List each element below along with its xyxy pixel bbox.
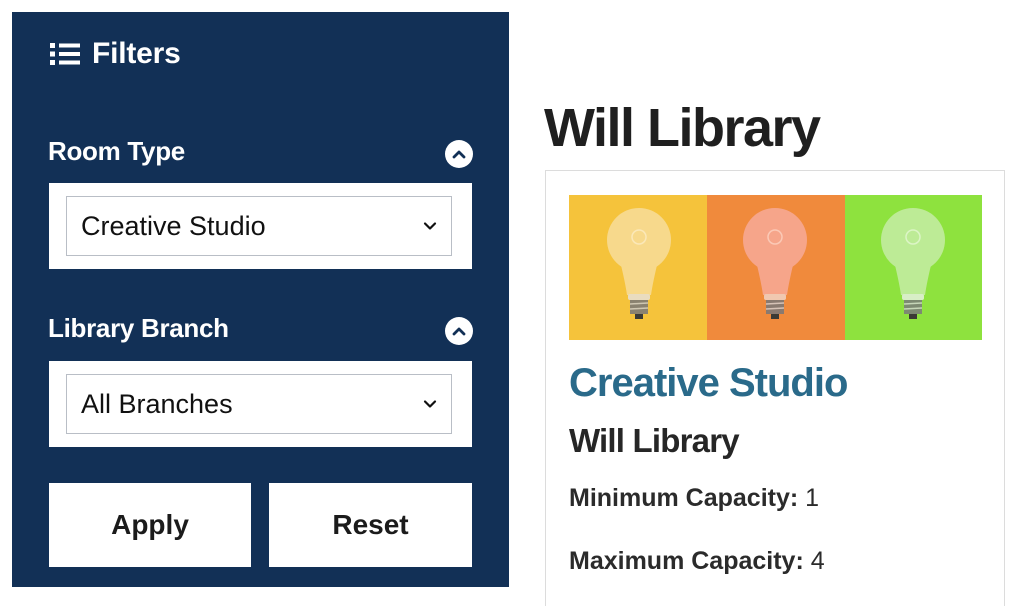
library-branch-collapse-icon[interactable]: [445, 317, 473, 345]
room-type-label: Room Type: [48, 136, 185, 166]
max-capacity-label: Maximum Capacity:: [569, 547, 804, 575]
chevron-up-icon: [452, 327, 466, 336]
light-bulbs-image: [569, 195, 982, 340]
min-capacity-label: Minimum Capacity:: [569, 484, 799, 512]
library-branch-label: Library Branch: [48, 313, 229, 343]
max-capacity-value: 4: [810, 547, 825, 575]
library-branch-selected-value: All Branches: [81, 388, 233, 419]
room-type-selected-value: Creative Studio: [81, 210, 266, 241]
min-capacity: Minimum Capacity: 1: [569, 484, 819, 513]
chevron-down-icon: [423, 222, 437, 230]
room-type-collapse-icon[interactable]: [445, 140, 473, 168]
list-icon: [50, 43, 80, 65]
room-type-select-wrap: Creative Studio: [49, 183, 472, 269]
apply-button[interactable]: Apply: [49, 483, 251, 567]
chevron-down-icon: [423, 400, 437, 408]
min-capacity-value: 1: [805, 484, 820, 512]
library-branch-select[interactable]: All Branches: [66, 374, 452, 434]
filters-header: Filters: [50, 36, 181, 72]
room-card[interactable]: Creative Studio Will Library Minimum Cap…: [545, 170, 1005, 606]
branch-heading: Will Library: [544, 98, 821, 158]
room-branch: Will Library: [569, 422, 740, 459]
filters-title: Filters: [92, 37, 181, 70]
room-name-link[interactable]: Creative Studio: [569, 361, 848, 406]
reset-button[interactable]: Reset: [269, 483, 472, 567]
page: Filters Room Type Creative Studio Librar…: [0, 0, 1012, 606]
max-capacity: Maximum Capacity: 4: [569, 547, 825, 576]
chevron-up-icon: [452, 150, 466, 159]
room-type-select[interactable]: Creative Studio: [66, 196, 452, 256]
library-branch-select-wrap: All Branches: [49, 361, 472, 447]
filters-panel: Filters Room Type Creative Studio Librar…: [12, 12, 509, 587]
